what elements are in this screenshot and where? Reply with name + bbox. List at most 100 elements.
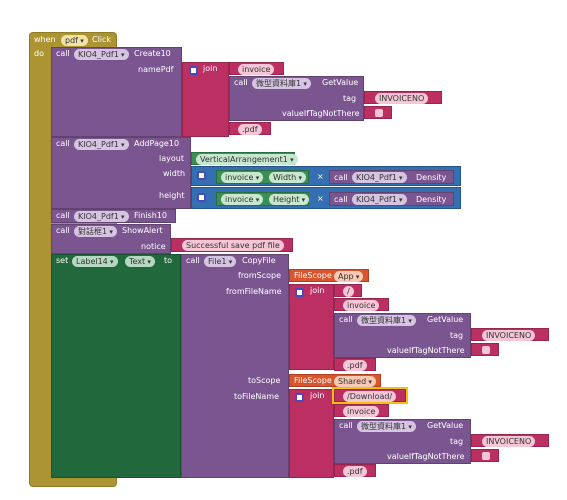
text-value[interactable]: / — [343, 286, 354, 297]
call-keyword: call — [234, 78, 248, 87]
component-dropdown[interactable]: KIO4_Pdf1 — [352, 172, 407, 183]
text-value[interactable]: /Download/ — [343, 391, 397, 402]
join-block[interactable]: join — [182, 62, 229, 137]
join-label: join — [310, 391, 325, 400]
text-value[interactable]: INVOICENO — [482, 330, 536, 341]
vitnt-label: valueIfTagNotThere — [387, 452, 465, 461]
text-value[interactable]: .pdf — [238, 124, 262, 135]
text-pdf-block[interactable]: .pdf — [229, 122, 271, 135]
getvalue-call-block[interactable]: call 微型資料庫1 GetValue tag valueIfTagNotTh… — [334, 313, 471, 358]
finish10-call-block[interactable]: call KIO4_Pdf1 Finish10 — [51, 209, 176, 223]
call-keyword: call — [56, 49, 70, 58]
gear-icon[interactable] — [197, 193, 206, 202]
layout-dropdown[interactable]: VerticalArrangement1 — [196, 154, 298, 165]
component-dropdown[interactable]: KIO4_Pdf1 — [352, 194, 407, 205]
filescope-keyword: FileScope — [294, 376, 332, 385]
method-name: CopyFile — [242, 256, 276, 265]
method-name: AddPage10 — [134, 139, 180, 148]
gear-icon[interactable] — [189, 66, 198, 75]
event-component-dropdown[interactable]: pdf — [61, 35, 88, 46]
scope-dropdown[interactable]: Shared — [334, 376, 376, 387]
text-value[interactable]: invoice — [238, 64, 275, 75]
getvalue-call-block[interactable]: call 微型資料庫1 GetValue tag valueIfTagNotTh… — [334, 419, 471, 464]
db-dropdown[interactable]: 微型資料庫1 — [357, 421, 416, 432]
showalert-call-block[interactable]: call 對話框1 ShowAlert notice — [51, 224, 171, 254]
component-dropdown[interactable]: invoice — [221, 172, 264, 183]
addpage10-call-block[interactable]: call KIO4_Pdf1 AddPage10 layout width he… — [51, 137, 191, 209]
invoice-height-getter[interactable]: invoice Height — [216, 192, 310, 206]
set-keyword: set — [56, 256, 69, 265]
filescope-shared-block[interactable]: FileScope Shared — [289, 374, 381, 387]
property-name: Density — [416, 195, 447, 204]
method-name: GetValue — [427, 421, 464, 430]
multiply-width-block[interactable]: invoice Width × call KIO4_Pdf1 Density — [191, 166, 461, 186]
times-operator: × — [317, 172, 324, 181]
property-dropdown[interactable]: Height — [269, 194, 310, 205]
layout-component-block[interactable]: VerticalArrangement1 — [191, 152, 298, 165]
empty-text-icon — [375, 109, 383, 117]
join-label: join — [203, 64, 218, 73]
call-keyword: call — [186, 256, 200, 265]
text-empty-block[interactable] — [471, 449, 499, 462]
text-invoice-block[interactable]: invoice — [334, 298, 389, 311]
getvalue-call-block[interactable]: call 微型資料庫1 GetValue tag valueIfTagNotTh… — [229, 76, 364, 121]
gear-icon[interactable] — [295, 393, 304, 402]
text-pdf-block[interactable]: .pdf — [334, 358, 376, 371]
method-name: ShowAlert — [122, 226, 163, 235]
text-tag-block[interactable]: INVOICENO — [364, 91, 442, 104]
component-dropdown[interactable]: invoice — [221, 194, 264, 205]
filescope-app-block[interactable]: FileScope App — [289, 269, 369, 282]
vitnt-label: valueIfTagNotThere — [282, 109, 360, 118]
component-dropdown[interactable]: 對話框1 — [74, 226, 117, 237]
set-label14-text-block[interactable]: set Label14 Text to — [51, 254, 181, 478]
component-dropdown[interactable]: File1 — [204, 256, 237, 267]
text-value[interactable]: Successful save pdf file — [182, 240, 284, 251]
copyfile-call-block[interactable]: call File1 CopyFile fromScope fromFileNa… — [181, 254, 289, 478]
gear-icon[interactable] — [197, 171, 206, 180]
width-label: width — [163, 169, 186, 178]
method-name: Finish10 — [134, 211, 167, 220]
component-dropdown[interactable]: KIO4_Pdf1 — [74, 211, 129, 222]
text-tag-block[interactable]: INVOICENO — [471, 328, 549, 341]
component-dropdown[interactable]: KIO4_Pdf1 — [74, 49, 129, 60]
text-invoice-block[interactable]: invoice — [229, 62, 284, 75]
text-value[interactable]: INVOICENO — [375, 93, 429, 104]
empty-text-icon — [482, 452, 490, 460]
create10-call-block[interactable]: call KIO4_Pdf1 Create10 namePdf — [51, 47, 182, 137]
text-empty-block[interactable] — [471, 343, 499, 356]
density-call-block[interactable]: call KIO4_Pdf1 Density — [329, 170, 454, 184]
join-block[interactable]: join — [289, 284, 334, 370]
text-tag-block[interactable]: INVOICENO — [471, 434, 549, 447]
call-keyword: call — [334, 195, 348, 204]
text-notice-block[interactable]: Successful save pdf file — [171, 238, 293, 252]
db-dropdown[interactable]: 微型資料庫1 — [357, 315, 416, 326]
times-operator: × — [317, 194, 324, 203]
gear-icon[interactable] — [295, 288, 304, 297]
join-block[interactable]: join — [289, 389, 334, 478]
text-empty-block[interactable] — [364, 106, 392, 119]
call-keyword: call — [334, 173, 348, 182]
text-value[interactable]: invoice — [343, 300, 380, 311]
scope-dropdown[interactable]: App — [334, 271, 364, 282]
invoice-width-getter[interactable]: invoice Width — [216, 170, 309, 184]
do-keyword: do — [34, 49, 44, 58]
component-dropdown[interactable]: Label14 — [72, 256, 118, 267]
text-slash-block[interactable]: / — [334, 284, 362, 297]
text-pdf-block[interactable]: .pdf — [334, 464, 376, 477]
text-value[interactable]: INVOICENO — [482, 436, 536, 447]
text-value[interactable]: .pdf — [343, 466, 367, 477]
property-dropdown[interactable]: Text — [125, 256, 155, 267]
param-label: namePdf — [138, 65, 174, 74]
text-value[interactable]: invoice — [343, 406, 380, 417]
property-dropdown[interactable]: Width — [269, 172, 306, 183]
fromfilename-label: fromFileName — [226, 287, 282, 296]
text-value[interactable]: .pdf — [343, 360, 367, 371]
text-invoice-block[interactable]: invoice — [334, 404, 389, 417]
multiply-height-block[interactable]: invoice Height × call KIO4_Pdf1 Density — [191, 187, 461, 209]
component-dropdown[interactable]: KIO4_Pdf1 — [74, 139, 129, 150]
event-name: Click — [92, 35, 112, 44]
toscope-label: toScope — [248, 376, 281, 385]
density-call-block[interactable]: call KIO4_Pdf1 Density — [329, 192, 454, 206]
db-dropdown[interactable]: 微型資料庫1 — [252, 78, 311, 89]
text-download-block[interactable]: /Download/ — [332, 387, 408, 404]
